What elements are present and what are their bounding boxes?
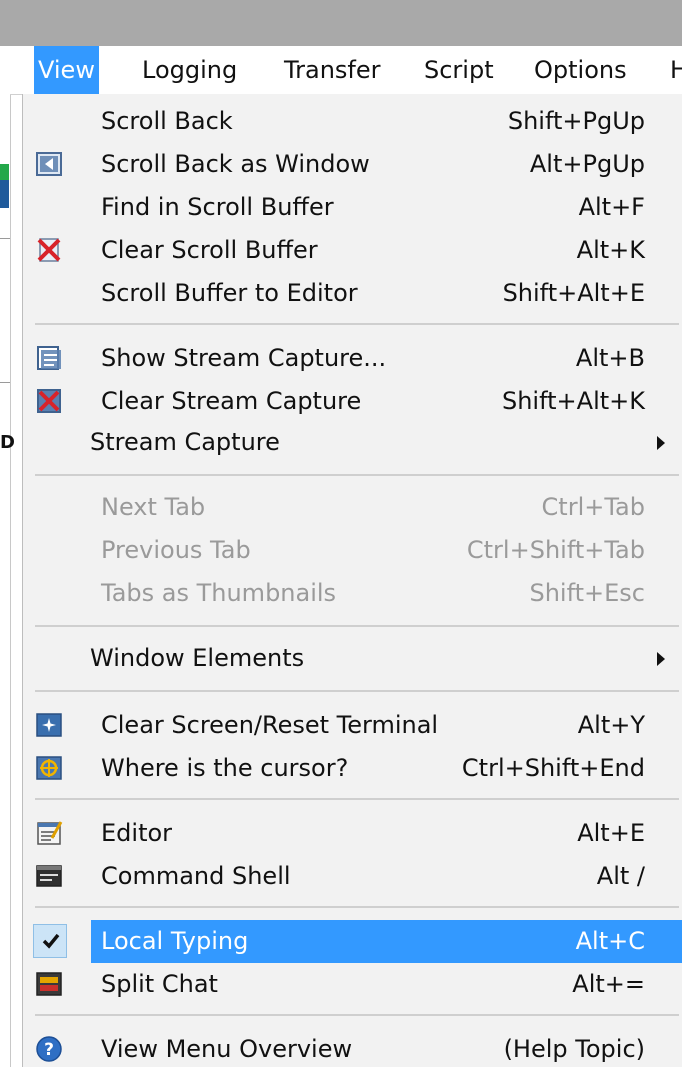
- split-chat-icon: [36, 972, 62, 996]
- toolbar-connect-icon: [0, 164, 9, 180]
- editor-notepad-icon: [37, 821, 63, 845]
- menu-item-editor[interactable]: Editor Alt+E: [23, 812, 682, 855]
- menu-item-shortcut: Shift+Alt+E: [502, 279, 645, 307]
- menu-item-clear-scroll[interactable]: Clear Scroll Buffer Alt+K: [23, 229, 682, 272]
- menu-item-label: Show Stream Capture...: [101, 344, 387, 372]
- menu-item-label: Clear Screen/Reset Terminal: [101, 711, 439, 739]
- command-shell-icon: [36, 865, 62, 887]
- menu-logging[interactable]: Logging: [138, 46, 241, 94]
- menu-separator: [35, 474, 679, 476]
- menu-item-label: Clear Stream Capture: [101, 387, 362, 415]
- menu-item-scroll-back[interactable]: Scroll Back Shift+PgUp: [23, 100, 682, 143]
- menu-item-scroll-to-editor[interactable]: Scroll Buffer to Editor Shift+Alt+E: [23, 272, 682, 315]
- svg-text:?: ?: [44, 1040, 54, 1060]
- clear-stream-icon: [37, 389, 61, 413]
- menu-item-shortcut: Shift+Alt+K: [501, 387, 645, 415]
- menu-item-window-elements-submenu[interactable]: Window Elements: [23, 637, 682, 680]
- menu-item-tabs-as-thumbnails: Tabs as Thumbnails Shift+Esc: [23, 572, 682, 615]
- menu-item-shortcut: Ctrl+Tab: [541, 493, 645, 521]
- menu-item-label: Find in Scroll Buffer: [101, 193, 334, 221]
- checkmark-icon: [42, 933, 60, 949]
- menu-item-shortcut: Alt+F: [578, 193, 645, 221]
- menu-item-label: Split Chat: [101, 970, 218, 998]
- menu-item-label: View Menu Overview: [101, 1035, 353, 1063]
- menu-item-label: Scroll Back: [101, 107, 233, 135]
- menu-item-label: Tabs as Thumbnails: [101, 579, 337, 607]
- menu-item-shortcut: Alt /: [596, 862, 645, 890]
- menu-item-find-scroll[interactable]: Find in Scroll Buffer Alt+F: [23, 186, 682, 229]
- menu-item-previous-tab: Previous Tab Ctrl+Shift+Tab: [23, 529, 682, 572]
- view-menu-dropdown: Scroll Back Shift+PgUp Scroll Back as Wi…: [22, 94, 682, 1067]
- menu-item-local-typing[interactable]: Local Typing Alt+C: [23, 920, 682, 963]
- toolbar-divider: [0, 382, 10, 383]
- menu-help[interactable]: H: [666, 46, 682, 94]
- menu-item-show-stream-capture[interactable]: Show Stream Capture... Alt+B: [23, 337, 682, 380]
- menu-item-label: Local Typing: [101, 927, 249, 955]
- menu-bar: View Logging Transfer Script Options H: [10, 46, 682, 95]
- menu-options[interactable]: Options: [530, 46, 631, 94]
- scroll-window-icon: [36, 152, 62, 176]
- menu-separator: [35, 690, 679, 692]
- title-bar: [0, 0, 682, 46]
- menu-item-scroll-back-window[interactable]: Scroll Back as Window Alt+PgUp: [23, 143, 682, 186]
- menu-separator: [35, 323, 679, 325]
- menu-item-label: Previous Tab: [101, 536, 251, 564]
- menu-view[interactable]: View: [34, 46, 99, 94]
- toolbar-session-icon: [0, 180, 9, 208]
- crosshair-cursor-icon: [36, 756, 62, 780]
- stream-capture-icon: [37, 346, 61, 370]
- menu-item-where-is-cursor[interactable]: Where is the cursor? Ctrl+Shift+End: [23, 747, 682, 790]
- menu-item-shortcut: Ctrl+Shift+Tab: [466, 536, 645, 564]
- menu-item-split-chat[interactable]: Split Chat Alt+=: [23, 963, 682, 1006]
- menu-item-shortcut: Alt+C: [575, 927, 645, 955]
- menu-item-label: Command Shell: [101, 862, 291, 890]
- menu-item-shortcut: Alt+Y: [577, 711, 645, 739]
- background-text-fragment: D: [0, 432, 15, 453]
- menu-item-shortcut: (Help Topic): [503, 1035, 645, 1063]
- menu-item-clear-screen[interactable]: Clear Screen/Reset Terminal Alt+Y: [23, 704, 682, 747]
- submenu-arrow-icon: [657, 652, 665, 666]
- menu-item-shortcut: Alt+B: [575, 344, 645, 372]
- menu-separator: [35, 625, 679, 627]
- menu-item-shortcut: Shift+Esc: [529, 579, 645, 607]
- menu-item-shortcut: Ctrl+Shift+End: [461, 754, 645, 782]
- background-window-edge: D: [0, 46, 15, 1067]
- menu-item-label: Editor: [101, 819, 173, 847]
- menu-item-shortcut: Shift+PgUp: [507, 107, 645, 135]
- menu-item-label: Stream Capture: [90, 428, 280, 456]
- menu-item-label: Clear Scroll Buffer: [101, 236, 318, 264]
- reset-terminal-icon: [36, 713, 62, 737]
- menu-item-shortcut: Alt+E: [577, 819, 645, 847]
- menu-item-shortcut: Alt+PgUp: [529, 150, 645, 178]
- menu-item-shortcut: Alt+=: [572, 970, 645, 998]
- menu-item-label: Scroll Buffer to Editor: [101, 279, 358, 307]
- clear-buffer-icon: [37, 238, 61, 262]
- menu-item-label: Next Tab: [101, 493, 206, 521]
- menu-item-stream-capture-submenu[interactable]: Stream Capture: [23, 421, 682, 464]
- menu-separator: [35, 906, 679, 908]
- submenu-arrow-icon: [657, 436, 665, 450]
- menu-item-view-menu-overview[interactable]: ? View Menu Overview (Help Topic): [23, 1028, 682, 1071]
- menu-separator: [35, 798, 679, 800]
- menu-item-clear-stream-capture[interactable]: Clear Stream Capture Shift+Alt+K: [23, 380, 682, 423]
- menu-transfer[interactable]: Transfer: [280, 46, 385, 94]
- menu-item-label: Where is the cursor?: [101, 754, 349, 782]
- menu-separator: [35, 1014, 679, 1016]
- menu-item-next-tab: Next Tab Ctrl+Tab: [23, 486, 682, 529]
- menu-script[interactable]: Script: [420, 46, 498, 94]
- menu-item-label: Window Elements: [90, 644, 305, 672]
- help-question-icon: ?: [36, 1036, 62, 1062]
- toolbar-divider: [0, 238, 10, 239]
- menu-item-shortcut: Alt+K: [576, 236, 645, 264]
- menu-item-label: Scroll Back as Window: [101, 150, 370, 178]
- menu-item-command-shell[interactable]: Command Shell Alt /: [23, 855, 682, 898]
